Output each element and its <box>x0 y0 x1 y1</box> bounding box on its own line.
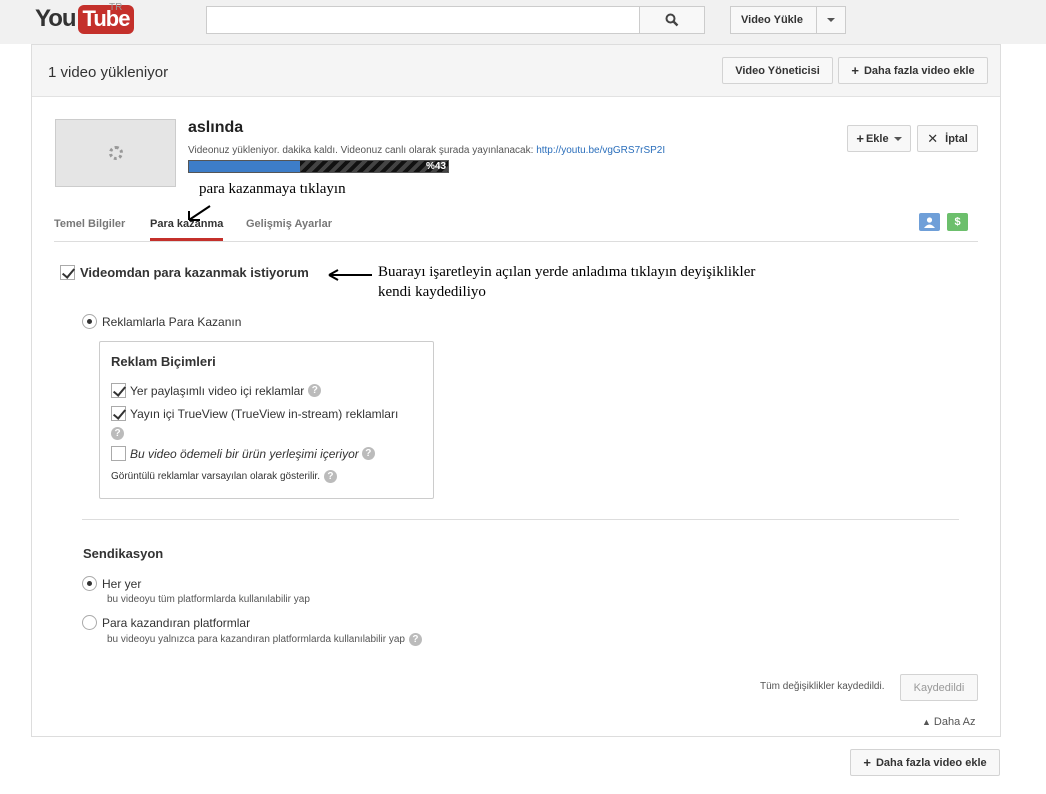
plus-icon: + <box>863 755 871 770</box>
close-icon: ✕ <box>927 130 939 146</box>
ads-radio[interactable] <box>82 314 97 329</box>
video-title: aslında <box>188 119 244 136</box>
upload-status-text: Videonuz yükleniyor. dakika kaldı. Video… <box>188 145 534 156</box>
triangle-up-icon: ▲ <box>922 717 931 727</box>
upload-menu-toggle[interactable] <box>816 7 845 33</box>
users-icon[interactable] <box>919 213 940 231</box>
show-less-link[interactable]: ▲ Daha Az <box>922 716 976 728</box>
upload-panel: 1 video yükleniyor Video Yöneticisi + Da… <box>31 44 1001 737</box>
logo-you: You <box>35 5 77 32</box>
cancel-upload-button[interactable]: ✕ İptal <box>917 125 978 152</box>
add-more-videos-label: Daha fazla video ekle <box>863 64 975 77</box>
format-overlay-checkbox[interactable] <box>111 383 126 398</box>
help-icon[interactable]: ? <box>323 470 337 483</box>
add-more-videos-bottom-label: Daha fazla video ekle <box>875 756 987 769</box>
upload-video-label: Video Yükle <box>741 14 803 26</box>
saved-status-text: Tüm değişiklikler kaydedildi. <box>760 681 885 692</box>
chevron-down-icon <box>827 18 836 22</box>
syndication-monetized-desc: bu videoyu yalnızca para kazandıran plat… <box>107 634 405 645</box>
format-paid-placement-row[interactable]: Bu video ödemeli bir ürün yerleşimi içer… <box>111 446 375 461</box>
tab-divider <box>54 241 978 242</box>
add-more-videos-button[interactable]: + Daha fazla video ekle <box>838 57 988 84</box>
annotation-tab-hint: para kazanmaya tıklayın <box>199 181 346 197</box>
search-button[interactable] <box>639 6 705 34</box>
annotation-checkbox-hint-line2: kendi kaydediliyo <box>378 284 486 300</box>
ads-radio-row[interactable]: Reklamlarla Para Kazanın <box>82 314 241 329</box>
add-menu-button[interactable]: + Ekle <box>847 125 911 152</box>
search-icon <box>665 13 679 27</box>
video-manager-label: Video Yöneticisi <box>735 64 820 77</box>
syndication-monetized-radio[interactable] <box>82 615 97 630</box>
dollar-icon[interactable]: $ <box>947 213 968 231</box>
monetize-checkbox[interactable] <box>60 265 75 280</box>
logo-tube: Tube <box>77 4 135 34</box>
panel-header: 1 video yükleniyor Video Yöneticisi + Da… <box>32 45 1000 97</box>
format-trueview-label: Yayın içi TrueView (TrueView in-stream) … <box>130 406 399 421</box>
syndication-everywhere-radio[interactable] <box>82 576 97 591</box>
annotation-checkbox-hint-line1: Buarayı işaretleyin açılan yerde anladım… <box>378 264 756 280</box>
format-overlay-label: Yer paylaşımlı video içi reklamlar <box>130 383 305 398</box>
plus-icon: + <box>856 131 864 146</box>
syndication-monetized-desc-row: bu videoyu yalnızca para kazandıran plat… <box>107 633 422 646</box>
syndication-everywhere-row[interactable]: Her yer <box>82 576 141 591</box>
progress-fill <box>189 161 301 172</box>
annotation-arrow-left-icon <box>328 269 372 281</box>
add-more-videos-bottom-button[interactable]: + Daha fazla video ekle <box>850 749 1000 776</box>
cancel-upload-label: İptal <box>945 132 968 145</box>
upload-status: Videonuz yükleniyor. dakika kaldı. Video… <box>188 145 665 156</box>
video-manager-button[interactable]: Video Yöneticisi <box>722 57 833 84</box>
ad-formats-title: Reklam Biçimleri <box>111 354 216 369</box>
progress-label: %43 <box>425 161 446 172</box>
section-divider <box>82 519 959 520</box>
paid-placement-label: Bu video ödemeli bir ürün yerleşimi içer… <box>130 446 359 461</box>
chevron-down-icon <box>893 136 902 141</box>
format-trueview-row[interactable]: Yayın içi TrueView (TrueView in-stream) … <box>111 406 398 421</box>
users-icon-glyph <box>924 216 935 228</box>
search-input[interactable] <box>206 6 640 34</box>
format-overlay-row[interactable]: Yer paylaşımlı video içi reklamlar ? <box>111 383 322 398</box>
loading-spinner-icon <box>108 146 123 160</box>
dollar-glyph: $ <box>954 216 961 228</box>
syndication-everywhere-desc: bu videoyu tüm platformlarda kullanılabi… <box>107 594 310 605</box>
show-less-label: Daha Az <box>933 716 976 728</box>
tab-advanced-settings[interactable]: Gelişmiş Ayarlar <box>246 218 332 238</box>
ads-radio-label: Reklamlarla Para Kazanın <box>102 314 242 329</box>
upload-progress-bar: %43 <box>188 160 449 173</box>
tab-monetization[interactable]: Para kazanma <box>150 218 224 241</box>
top-bar: You Tube TR Video Yükle <box>0 0 1046 44</box>
syndication-monetized-row[interactable]: Para kazandıran platformlar <box>82 615 250 630</box>
region-label: TR <box>109 2 123 13</box>
monetize-checkbox-row[interactable]: Videomdan para kazanmak istiyorum <box>60 265 309 280</box>
syndication-everywhere-label: Her yer <box>102 576 142 591</box>
syndication-monetized-label: Para kazandıran platformlar <box>102 615 251 630</box>
display-ads-note: Görüntülü reklamlar varsayılan olarak gö… <box>111 471 320 482</box>
upload-video-button[interactable]: Video Yükle <box>730 6 846 34</box>
ad-formats-box: Reklam Biçimleri Yer paylaşımlı video iç… <box>99 341 434 499</box>
saved-button: Kaydedildi <box>900 674 978 701</box>
monetize-checkbox-label: Videomdan para kazanmak istiyorum <box>80 265 309 280</box>
help-icon[interactable]: ? <box>111 427 124 440</box>
syndication-title: Sendikasyon <box>83 546 164 561</box>
plus-icon: + <box>851 63 859 78</box>
paid-placement-checkbox[interactable] <box>111 446 126 461</box>
display-ads-note-row: Görüntülü reklamlar varsayılan olarak gö… <box>111 470 337 483</box>
tab-basic-info[interactable]: Temel Bilgiler <box>54 218 125 238</box>
uploading-title: 1 video yükleniyor <box>48 64 169 81</box>
add-menu-label: Ekle <box>865 132 889 145</box>
video-thumbnail <box>55 119 176 187</box>
format-trueview-checkbox[interactable] <box>111 406 126 421</box>
help-icon[interactable]: ? <box>308 384 322 397</box>
help-icon[interactable]: ? <box>408 633 422 646</box>
saved-button-label: Kaydedildi <box>913 681 965 694</box>
help-icon[interactable]: ? <box>361 447 375 460</box>
video-url-link[interactable]: http://youtu.be/vgGRS7rSP2I <box>536 145 665 156</box>
